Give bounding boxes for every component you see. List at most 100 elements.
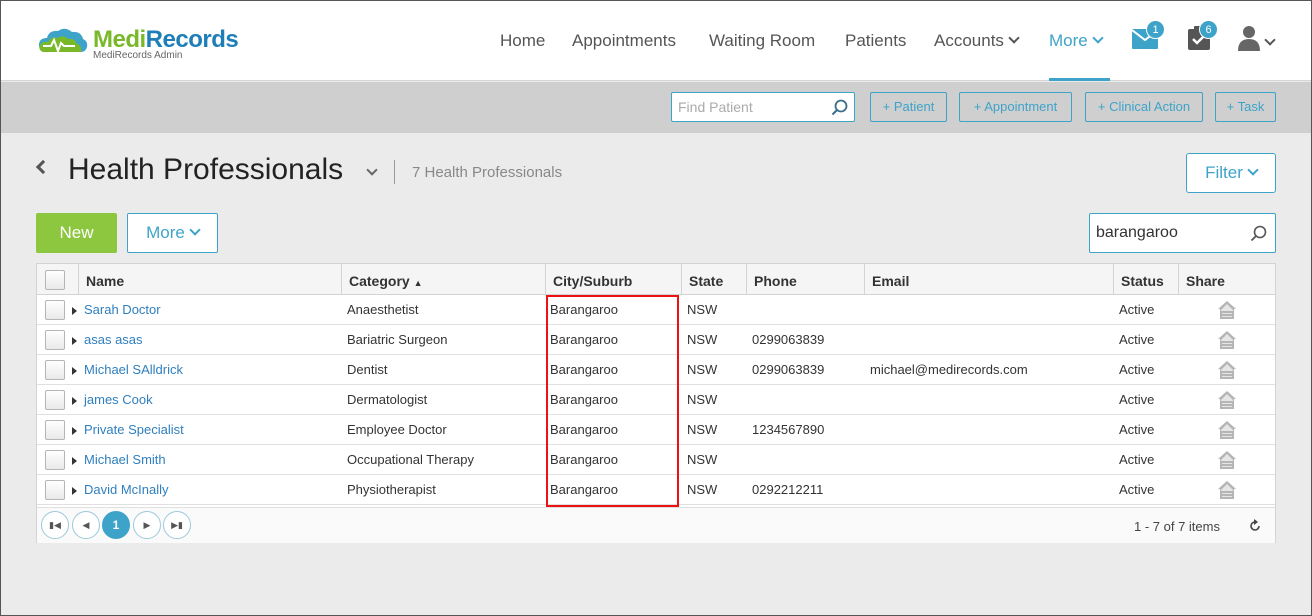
last-page-button[interactable]: ▶▮ bbox=[163, 511, 191, 539]
row-checkbox[interactable] bbox=[45, 300, 65, 320]
cell-city: Barangaroo bbox=[550, 362, 618, 377]
chevron-down-icon[interactable] bbox=[366, 164, 378, 176]
title-divider bbox=[394, 160, 395, 184]
table-row[interactable]: Sarah Doctor Anaesthetist Barangaroo NSW Act… bbox=[37, 295, 1275, 325]
expand-row-icon[interactable] bbox=[72, 427, 77, 435]
add-patient-button[interactable]: + Patient bbox=[870, 92, 947, 122]
cell-name[interactable]: james Cook bbox=[84, 385, 153, 415]
row-checkbox[interactable] bbox=[45, 420, 65, 440]
refresh-icon[interactable] bbox=[1248, 519, 1262, 533]
cell-status: Active bbox=[1119, 422, 1155, 437]
column-header-name[interactable]: Name bbox=[78, 264, 341, 295]
share-home-icon[interactable] bbox=[1217, 480, 1237, 500]
cell-category: Occupational Therapy bbox=[347, 452, 474, 467]
cell-status: Active bbox=[1119, 332, 1155, 347]
filter-button[interactable]: Filter bbox=[1186, 153, 1276, 193]
row-checkbox[interactable] bbox=[45, 330, 65, 350]
column-header-share[interactable]: Share bbox=[1178, 264, 1275, 295]
cell-email[interactable]: michael@medirecords.com bbox=[870, 355, 1028, 385]
share-home-icon[interactable] bbox=[1217, 330, 1237, 350]
cell-state: NSW bbox=[687, 362, 718, 377]
add-clinical-action-button[interactable]: + Clinical Action bbox=[1085, 92, 1203, 122]
nav-accounts[interactable]: Accounts bbox=[934, 31, 1020, 51]
cell-status: Active bbox=[1119, 452, 1155, 467]
cell-name[interactable]: Private Specialist bbox=[84, 415, 184, 445]
nav-patients[interactable]: Patients bbox=[845, 31, 906, 51]
table-row[interactable]: Michael SAlldrick Dentist Barangaroo NSW 029… bbox=[37, 355, 1275, 385]
grid-search-box bbox=[1089, 213, 1276, 253]
nav-home[interactable]: Home bbox=[500, 31, 545, 51]
next-page-button[interactable]: ▶ bbox=[133, 511, 161, 539]
more-actions-button[interactable]: More bbox=[127, 213, 218, 253]
share-home-icon[interactable] bbox=[1217, 300, 1237, 320]
cell-state: NSW bbox=[687, 452, 718, 467]
expand-row-icon[interactable] bbox=[72, 397, 77, 405]
cell-name[interactable]: Michael Smith bbox=[84, 445, 166, 475]
row-checkbox[interactable] bbox=[45, 360, 65, 380]
share-home-icon[interactable] bbox=[1217, 360, 1237, 380]
add-appointment-button[interactable]: + Appointment bbox=[959, 92, 1072, 122]
tasks-button[interactable]: 6 bbox=[1187, 20, 1218, 55]
expand-row-icon[interactable] bbox=[72, 337, 77, 345]
grid-search-input[interactable] bbox=[1090, 214, 1245, 252]
active-nav-indicator bbox=[1049, 78, 1110, 81]
column-header-city[interactable]: City/Suburb bbox=[545, 264, 681, 295]
user-menu-button[interactable] bbox=[1238, 25, 1276, 56]
prev-page-button[interactable]: ◀ bbox=[72, 511, 100, 539]
cell-name[interactable]: David McInally bbox=[84, 475, 169, 505]
cell-name[interactable]: Michael SAlldrick bbox=[84, 355, 183, 385]
column-header-state[interactable]: State bbox=[681, 264, 746, 295]
table-row[interactable]: David McInally Physiotherapist Barangaroo N… bbox=[37, 475, 1275, 505]
expand-row-icon[interactable] bbox=[72, 457, 77, 465]
cell-phone: 1234567890 bbox=[752, 422, 825, 437]
cell-category: Dermatologist bbox=[347, 392, 428, 407]
find-patient-box bbox=[671, 92, 855, 122]
column-header-email[interactable]: Email bbox=[864, 264, 1113, 295]
nav-more-label: More bbox=[1049, 31, 1088, 50]
back-arrow-icon[interactable] bbox=[35, 159, 51, 175]
row-checkbox[interactable] bbox=[45, 390, 65, 410]
table-row[interactable]: asas asas Bariatric Surgeon Barangaroo NSW 0… bbox=[37, 325, 1275, 355]
filter-label: Filter bbox=[1205, 163, 1243, 182]
cell-status: Active bbox=[1119, 392, 1155, 407]
table-row[interactable]: james Cook Dermatologist Barangaroo NSW Acti… bbox=[37, 385, 1275, 415]
sort-ascending-icon: ▲ bbox=[413, 278, 423, 288]
column-header-category[interactable]: Category ▲ bbox=[341, 264, 545, 295]
select-all-checkbox[interactable] bbox=[45, 270, 65, 290]
first-page-button[interactable]: ▮◀ bbox=[41, 511, 69, 539]
medirecords-logo[interactable]: MediRecords MediRecords Admin bbox=[37, 23, 247, 67]
column-header-phone[interactable]: Phone bbox=[746, 264, 864, 295]
mail-button[interactable]: 1 bbox=[1131, 20, 1165, 54]
cell-name[interactable]: asas asas bbox=[84, 325, 143, 355]
share-home-icon[interactable] bbox=[1217, 420, 1237, 440]
cell-name[interactable]: Sarah Doctor bbox=[84, 295, 161, 325]
table-row[interactable]: Private Specialist Employee Doctor Baranga… bbox=[37, 415, 1275, 445]
search-icon[interactable] bbox=[831, 99, 848, 116]
table-row[interactable]: Michael Smith Occupational Therapy Baranga… bbox=[37, 445, 1275, 475]
cell-city: Barangaroo bbox=[550, 392, 618, 407]
share-home-icon[interactable] bbox=[1217, 390, 1237, 410]
find-patient-input[interactable] bbox=[672, 93, 822, 121]
nav-more[interactable]: More bbox=[1049, 31, 1104, 51]
column-header-status[interactable]: Status bbox=[1113, 264, 1178, 295]
expand-row-icon[interactable] bbox=[72, 367, 77, 375]
nav-appointments[interactable]: Appointments bbox=[572, 31, 676, 51]
cell-city: Barangaroo bbox=[550, 452, 618, 467]
cell-status: Active bbox=[1119, 482, 1155, 497]
row-checkbox[interactable] bbox=[45, 450, 65, 470]
add-task-button[interactable]: + Task bbox=[1215, 92, 1276, 122]
share-home-icon[interactable] bbox=[1217, 450, 1237, 470]
expand-row-icon[interactable] bbox=[72, 307, 77, 315]
expand-row-icon[interactable] bbox=[72, 487, 77, 495]
cell-state: NSW bbox=[687, 482, 718, 497]
cell-category: Employee Doctor bbox=[347, 422, 447, 437]
nav-waiting-room[interactable]: Waiting Room bbox=[709, 31, 815, 51]
new-button[interactable]: New bbox=[36, 213, 117, 253]
chevron-down-icon bbox=[1008, 32, 1020, 44]
page-number-button[interactable]: 1 bbox=[102, 511, 130, 539]
cell-city: Barangaroo bbox=[550, 482, 618, 497]
row-checkbox[interactable] bbox=[45, 480, 65, 500]
tasks-count-badge: 6 bbox=[1199, 20, 1218, 39]
search-icon[interactable] bbox=[1250, 225, 1267, 242]
grid-pager: ▮◀ ◀ 1 ▶ ▶▮ 1 - 7 of 7 items bbox=[37, 507, 1275, 543]
